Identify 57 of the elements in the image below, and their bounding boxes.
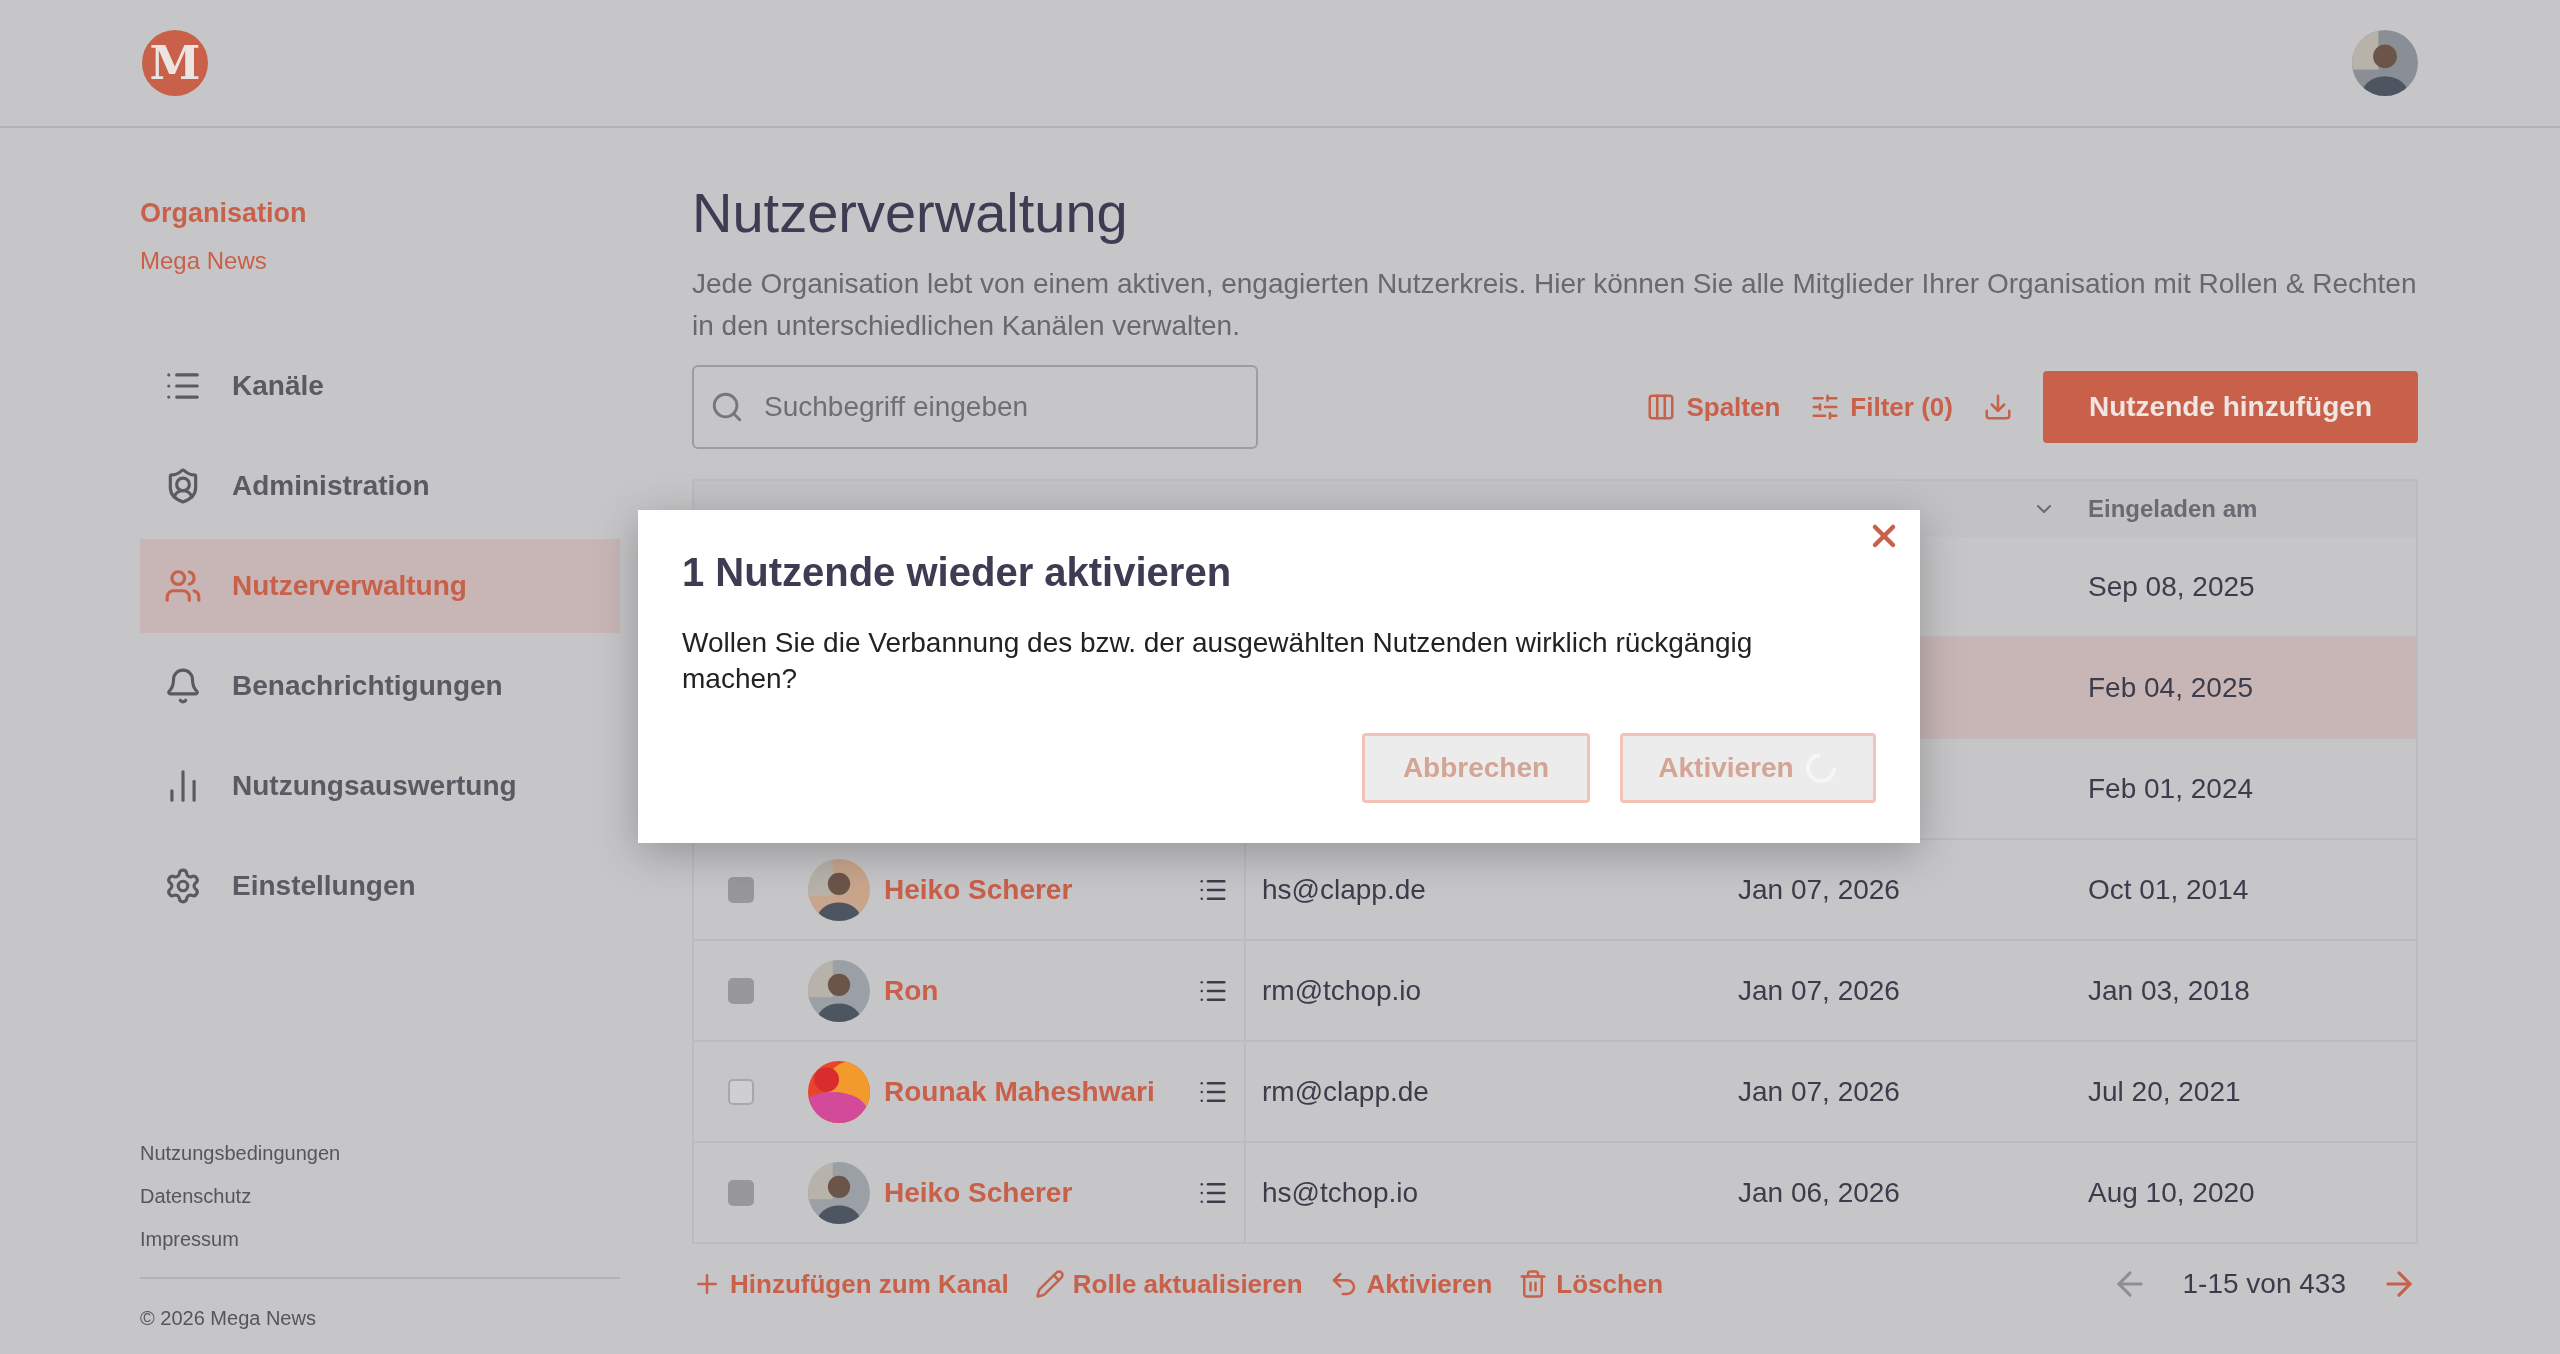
- date-cell: Feb 01, 2024: [2088, 772, 2254, 805]
- edit-role-button[interactable]: Rolle aktualisieren: [1034, 1268, 1303, 1300]
- filter-button[interactable]: Filter (0): [1810, 391, 1953, 423]
- users-icon: [164, 567, 202, 605]
- date-cell: Sep 08, 2025: [2088, 570, 2255, 603]
- sidebar-item-label: Nutzerverwaltung: [232, 570, 467, 602]
- section-label: Organisation: [140, 198, 308, 229]
- sidebar-item[interactable]: Nutzungsauswertung: [140, 739, 620, 833]
- sidebar-item-label: Einstellungen: [232, 870, 416, 902]
- sidebar-item[interactable]: Nutzerverwaltung: [140, 539, 620, 633]
- date-cell: Jul 20, 2021: [2088, 1075, 2241, 1108]
- date-cell: Jan 03, 2018: [2088, 974, 2250, 1007]
- table-row[interactable]: Rounak Maheshwari rm@clapp.de Jan 07, 2026 Jul 20, 2021: [694, 1042, 2416, 1143]
- columns-icon: [1646, 392, 1677, 422]
- sidebar-item[interactable]: Einstellungen: [140, 839, 620, 933]
- search-icon: [710, 390, 744, 424]
- footer-link[interactable]: Impressum: [140, 1228, 620, 1251]
- footer-link[interactable]: Nutzungsbedingungen: [140, 1142, 620, 1165]
- add-user-button[interactable]: Nutzende hinzufügen: [2042, 371, 2418, 443]
- sidebar-item-label: Benachrichtigungen: [232, 670, 503, 702]
- settings-icon: [164, 867, 202, 905]
- page-title: Nutzerverwaltung: [692, 180, 1129, 245]
- dialog-message: Wollen Sie die Verbannung des bzw. der ausgewählten Nutzenden wirklich rückgängig machen?: [682, 626, 1754, 696]
- activate-button[interactable]: Aktivieren: [1328, 1268, 1493, 1300]
- date-cell: Oct 01, 2014: [2088, 873, 2249, 906]
- pagination-range: 1-15 von 433: [2182, 1268, 2346, 1300]
- add-button[interactable]: Hinzufügen zum Kanal: [692, 1268, 1009, 1300]
- date-cell: Aug 10, 2020: [2088, 1176, 2255, 1209]
- copyright: © 2026 Mega News: [140, 1307, 317, 1330]
- email-cell: hs@clapp.de: [1262, 873, 1426, 906]
- email-cell: hs@tchop.io: [1262, 1176, 1419, 1209]
- logo: M: [142, 30, 208, 96]
- date-cell: Jan 07, 2026: [1738, 1075, 1900, 1108]
- date-cell: Jan 07, 2026: [1738, 974, 1900, 1007]
- organization-name: Mega News: [140, 247, 268, 275]
- date-cell: Jan 07, 2026: [1738, 873, 1900, 906]
- checkbox[interactable]: [728, 1078, 754, 1105]
- sidebar-item-label: Kanäle: [232, 370, 324, 402]
- dialog-title: 1 Nutzende wieder aktivieren: [682, 550, 1233, 595]
- sidebar-item[interactable]: Kanäle: [140, 339, 620, 433]
- column-header[interactable]: Eingeladen am: [2088, 495, 2258, 523]
- date-cell: Feb 04, 2025: [2088, 671, 2254, 704]
- sidebar-item-label: Nutzungsauswertung: [232, 770, 517, 802]
- sidebar-item-label: Administration: [232, 470, 430, 502]
- page-description: Jede Organisation lebt von einem aktiven, engagierten Nutzerkreis. Hier können Sie alle Mitglieder Ihrer Organisation mit Rollen & Rechten in den unterschiedlichen Kanälen verwalten.: [692, 267, 2418, 343]
- user-name-link[interactable]: Rounak Maheshwari: [884, 1075, 1155, 1108]
- columns-button[interactable]: Spalten: [1646, 391, 1781, 423]
- delete-button[interactable]: Löschen: [1518, 1268, 1664, 1300]
- search-field[interactable]: Suchbegriff eingeben: [692, 365, 1258, 449]
- date-cell: Jan 06, 2026: [1738, 1176, 1900, 1209]
- bell-icon: [164, 667, 202, 705]
- email-cell: rm@tchop.io: [1262, 974, 1422, 1007]
- footer-link[interactable]: Datenschutz: [140, 1185, 620, 1208]
- email-cell: rm@clapp.de: [1262, 1075, 1429, 1108]
- pencil-icon: [1034, 1269, 1065, 1299]
- sidebar-item[interactable]: Administration: [140, 439, 620, 533]
- sidebar-item[interactable]: Benachrichtigungen: [140, 639, 620, 733]
